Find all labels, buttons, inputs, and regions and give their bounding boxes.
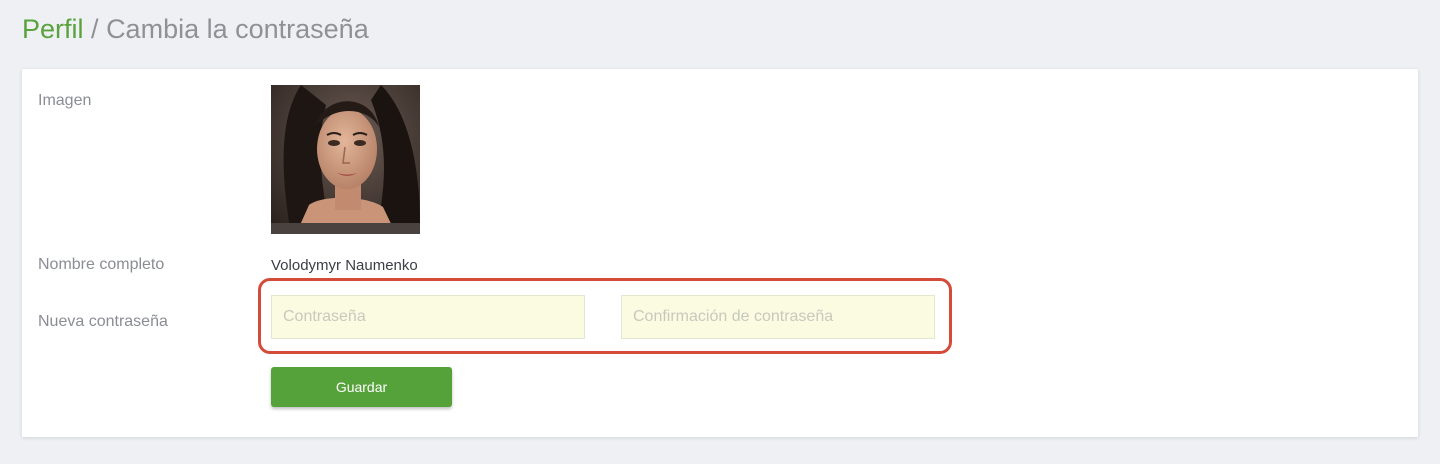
- breadcrumb: Perfil / Cambia la contraseña: [22, 12, 369, 46]
- confirm-password-input[interactable]: [621, 295, 935, 339]
- breadcrumb-link-perfil[interactable]: Perfil: [22, 14, 84, 44]
- image-label: Imagen: [38, 92, 92, 109]
- password-input[interactable]: [271, 295, 585, 339]
- profile-card: Imagen Nombre completo Volodymyr Naumenk…: [22, 69, 1418, 437]
- fullname-value: Volodymyr Naumenko: [271, 257, 418, 274]
- breadcrumb-separator: /: [91, 14, 99, 44]
- fullname-label: Nombre completo: [38, 256, 165, 273]
- page-title: Cambia la contraseña: [106, 14, 369, 44]
- avatar: [271, 85, 420, 234]
- save-button[interactable]: Guardar: [271, 367, 452, 407]
- new-password-label: Nueva contraseña: [38, 313, 168, 330]
- avatar-photo: [271, 85, 420, 234]
